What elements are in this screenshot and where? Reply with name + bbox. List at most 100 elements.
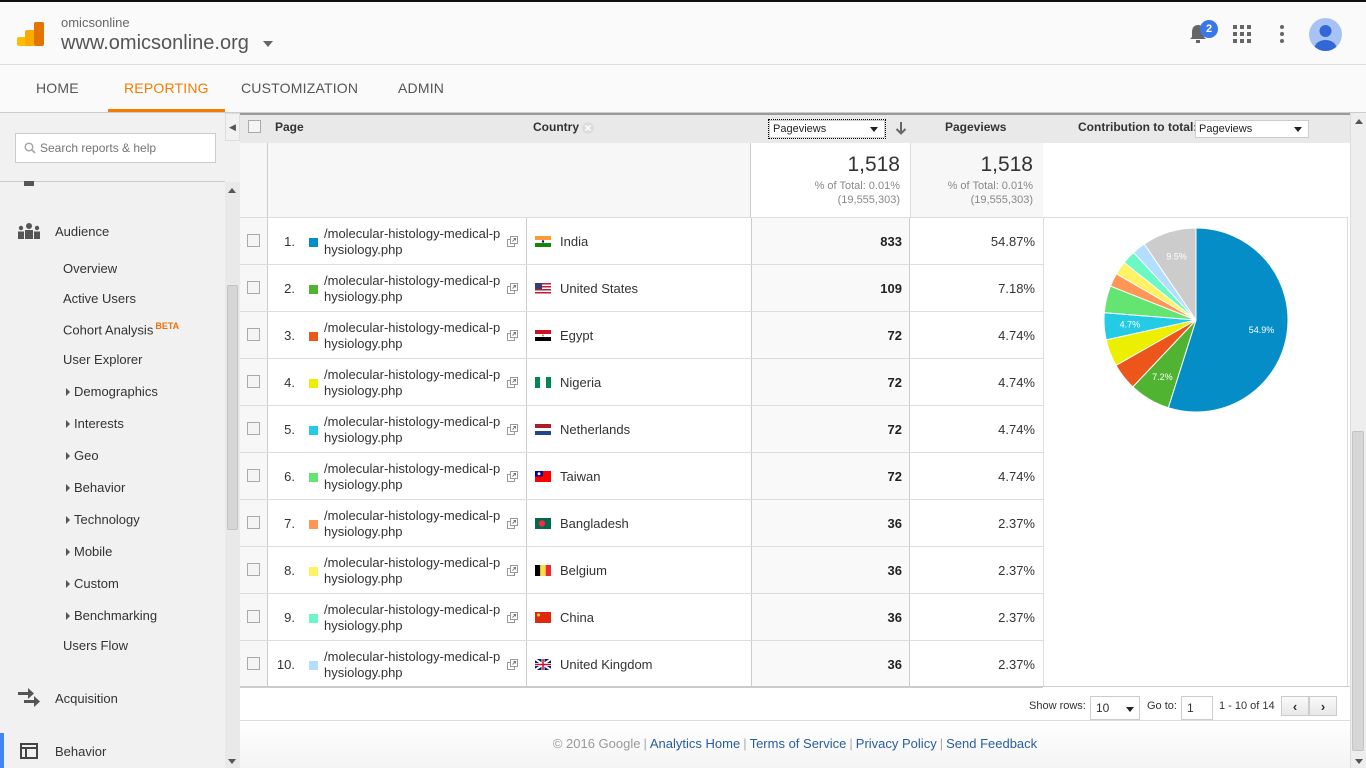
row-checkbox[interactable] [247, 281, 260, 294]
sidebar-scroll-thumb[interactable] [227, 285, 238, 530]
page-path-link[interactable]: /molecular-histology-medical-p hysiology.… [324, 508, 504, 540]
next-page-button[interactable]: › [1309, 696, 1337, 716]
row-checkbox[interactable] [247, 563, 260, 576]
external-link-icon[interactable] [507, 471, 518, 482]
contribution-cell: 4.74% [910, 312, 1043, 359]
sort-descending-icon[interactable] [895, 121, 907, 135]
sidebar-item-benchmarking[interactable]: Benchmarking [66, 608, 157, 623]
row-checkbox[interactable] [247, 422, 260, 435]
sidebar-section-acquisition[interactable]: Acquisition [18, 688, 118, 708]
column-header-pageviews[interactable]: Pageviews [945, 120, 1006, 134]
sidebar-section-behavior[interactable]: Behavior [20, 743, 106, 759]
series-color-swatch [309, 332, 318, 341]
sidebar-item-overview[interactable]: Overview [63, 261, 117, 276]
sidebar-section-audience[interactable]: Audience [18, 223, 109, 239]
privacy-link[interactable]: Privacy Policy [856, 736, 937, 751]
external-link-icon[interactable] [507, 518, 518, 529]
contribution-select[interactable]: Pageviews [1195, 120, 1309, 138]
sidebar-item-interests[interactable]: Interests [66, 416, 124, 431]
tab-customization[interactable]: CUSTOMIZATION [241, 65, 358, 112]
country-name[interactable]: Nigeria [560, 375, 601, 390]
external-link-icon[interactable] [507, 377, 518, 388]
page-path-link[interactable]: /molecular-histology-medical-p hysiology.… [324, 414, 504, 446]
contribution-pct: 2.37% [998, 563, 1035, 578]
analytics-home-link[interactable]: Analytics Home [650, 736, 740, 751]
column-header-page[interactable]: Page [275, 120, 304, 134]
sidebar-item-geo[interactable]: Geo [66, 448, 99, 463]
page-path-line1: /molecular-histology-medical-p [324, 508, 501, 523]
page-path-link[interactable]: /molecular-histology-medical-p hysiology.… [324, 555, 504, 587]
row-checkbox[interactable] [247, 657, 260, 670]
collapse-sidebar-button[interactable]: ◀ [225, 113, 240, 141]
account-name: omicsonline [61, 15, 130, 30]
row-checkbox[interactable] [247, 516, 260, 529]
contribution-label: Contribution to total: [1078, 120, 1198, 134]
pageviews-value: 36 [887, 657, 902, 672]
sidebar-item-users-flow[interactable]: Users Flow [63, 638, 128, 653]
scroll-down-arrow-icon[interactable] [228, 759, 236, 764]
user-avatar[interactable] [1309, 18, 1342, 51]
sidebar-item-demographics[interactable]: Demographics [66, 384, 158, 399]
sidebar-item-active-users[interactable]: Active Users [63, 291, 136, 306]
country-name[interactable]: Netherlands [560, 422, 630, 437]
page-path-link[interactable]: /molecular-histology-medical-p hysiology.… [324, 226, 504, 258]
row-checkbox[interactable] [247, 234, 260, 247]
external-link-icon[interactable] [507, 236, 518, 247]
terms-link[interactable]: Terms of Service [750, 736, 847, 751]
tab-admin[interactable]: ADMIN [398, 65, 444, 112]
country-name[interactable]: United States [560, 281, 638, 296]
page-path-link[interactable]: /molecular-histology-medical-p hysiology.… [324, 273, 504, 305]
page-path-link[interactable]: /molecular-histology-medical-p hysiology.… [324, 602, 504, 634]
sidebar-item-technology[interactable]: Technology [66, 512, 140, 527]
chevron-down-icon[interactable] [263, 41, 273, 47]
goto-input[interactable]: 1 [1181, 696, 1213, 720]
scroll-down-arrow-icon[interactable] [1355, 759, 1363, 764]
external-link-icon[interactable] [507, 659, 518, 670]
sidebar-item-mobile[interactable]: Mobile [66, 544, 112, 559]
row-checkbox[interactable] [247, 610, 260, 623]
column-header-country[interactable]: Country [533, 120, 579, 134]
tab-reporting[interactable]: REPORTING [108, 65, 225, 112]
metric-select[interactable]: Pageviews [768, 119, 886, 139]
select-all-checkbox[interactable] [248, 120, 261, 133]
remove-dimension-icon[interactable] [582, 122, 594, 134]
main-scroll-thumb[interactable] [1352, 431, 1364, 751]
external-link-icon[interactable] [507, 424, 518, 435]
row-rank: 1. [284, 234, 295, 249]
country-name[interactable]: India [560, 234, 588, 249]
sidebar-item-cohort-analysis[interactable]: Cohort Analysis BETA [63, 321, 179, 337]
page-path-link[interactable]: /molecular-histology-medical-p hysiology.… [324, 367, 504, 399]
property-selector[interactable]: www.omicsonline.org [61, 32, 249, 55]
external-link-icon[interactable] [507, 283, 518, 294]
show-rows-select[interactable]: 10 [1090, 696, 1140, 720]
page-path-link[interactable]: /molecular-histology-medical-p hysiology.… [324, 320, 504, 352]
more-options-button[interactable] [1268, 20, 1296, 48]
country-name[interactable]: Belgium [560, 563, 607, 578]
external-link-icon[interactable] [507, 612, 518, 623]
page-path-link[interactable]: /molecular-histology-medical-p hysiology.… [324, 649, 504, 681]
sidebar-item-behavior-sub[interactable]: Behavior [66, 480, 125, 495]
feedback-link[interactable]: Send Feedback [946, 736, 1037, 751]
apps-button[interactable] [1228, 20, 1256, 48]
sidebar-item-custom[interactable]: Custom [66, 576, 119, 591]
row-checkbox[interactable] [247, 469, 260, 482]
external-link-icon[interactable] [507, 565, 518, 576]
scroll-up-arrow-icon[interactable] [1355, 119, 1363, 124]
row-checkbox[interactable] [247, 328, 260, 341]
contribution-pct: 4.74% [998, 375, 1035, 390]
country-name[interactable]: United Kingdom [560, 657, 653, 672]
search-box[interactable] [15, 133, 216, 163]
page-path-link[interactable]: /molecular-histology-medical-p hysiology.… [324, 461, 504, 493]
sidebar-item-user-explorer[interactable]: User Explorer [63, 352, 142, 367]
country-name[interactable]: Egypt [560, 328, 593, 343]
audience-icon [18, 223, 40, 239]
tab-home[interactable]: HOME [36, 65, 79, 112]
search-input[interactable] [40, 141, 210, 155]
country-name[interactable]: Bangladesh [560, 516, 629, 531]
external-link-icon[interactable] [507, 330, 518, 341]
prev-page-button[interactable]: ‹ [1281, 696, 1309, 716]
country-name[interactable]: Taiwan [560, 469, 600, 484]
scroll-up-arrow-icon[interactable] [228, 188, 236, 193]
country-name[interactable]: China [560, 610, 594, 625]
row-checkbox[interactable] [247, 375, 260, 388]
